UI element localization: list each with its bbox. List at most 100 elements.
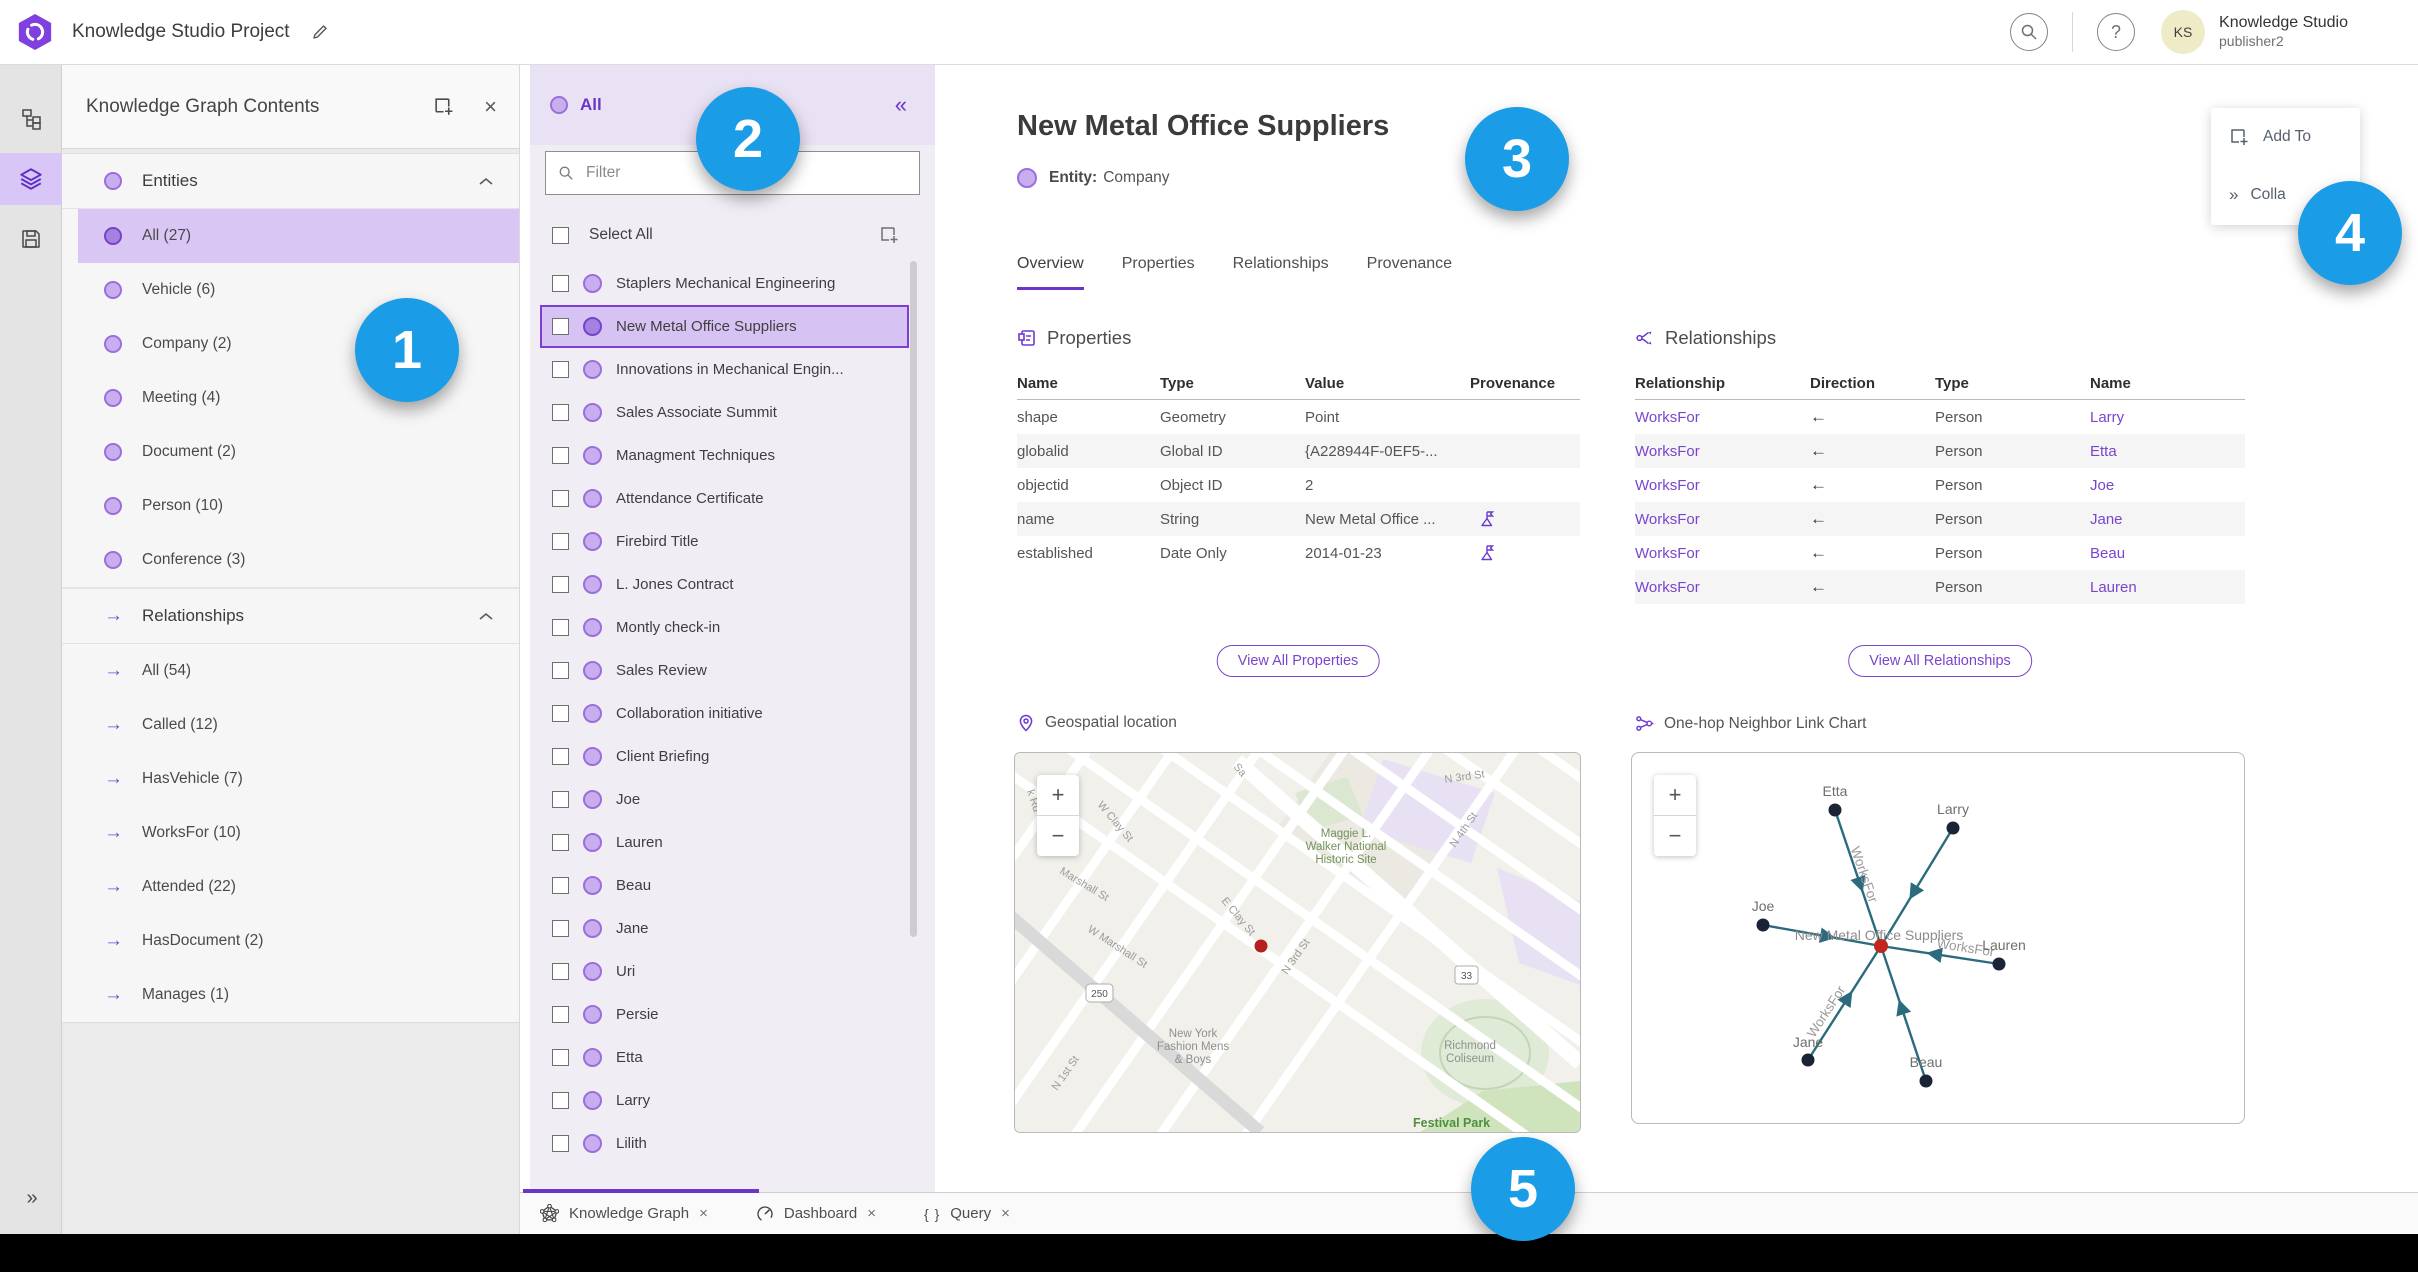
list-item[interactable]: Client Briefing bbox=[530, 735, 935, 778]
list-item[interactable]: Sales Associate Summit bbox=[530, 391, 935, 434]
chevron-up-icon[interactable] bbox=[479, 177, 493, 186]
close-tab-icon[interactable]: × bbox=[867, 1205, 876, 1222]
item-checkbox[interactable] bbox=[552, 920, 569, 937]
add-selection-button[interactable] bbox=[879, 225, 899, 245]
relationship-link[interactable]: WorksFor bbox=[1635, 570, 1810, 604]
relationship-link[interactable]: WorksFor bbox=[1635, 400, 1810, 435]
relationship-filter-worksfor[interactable]: → WorksFor (10) bbox=[62, 806, 519, 860]
item-checkbox[interactable] bbox=[552, 705, 569, 722]
close-tab-icon[interactable]: × bbox=[699, 1205, 708, 1222]
node-jane[interactable] bbox=[1801, 1053, 1815, 1067]
item-checkbox[interactable] bbox=[552, 791, 569, 808]
list-item[interactable]: Lauren bbox=[530, 821, 935, 864]
item-checkbox[interactable] bbox=[552, 361, 569, 378]
node-etta[interactable] bbox=[1828, 803, 1842, 817]
list-item[interactable]: Sales Review bbox=[530, 649, 935, 692]
list-item[interactable]: Montly check-in bbox=[530, 606, 935, 649]
view-all-properties-button[interactable]: View All Properties bbox=[1216, 645, 1380, 677]
item-checkbox[interactable] bbox=[552, 447, 569, 464]
entity-filter-conference[interactable]: Conference (3) bbox=[62, 533, 519, 587]
rel-name-link[interactable]: Etta bbox=[2090, 434, 2245, 468]
scrollbar-thumb[interactable] bbox=[910, 261, 917, 937]
entity-filter-all[interactable]: All (27) bbox=[78, 209, 519, 263]
item-checkbox[interactable] bbox=[552, 1092, 569, 1109]
rail-layers-button[interactable] bbox=[0, 153, 62, 205]
search-button[interactable] bbox=[2010, 13, 2049, 51]
node-beau[interactable] bbox=[1919, 1074, 1933, 1088]
rel-name-link[interactable]: Jane bbox=[2090, 502, 2245, 536]
tab-properties[interactable]: Properties bbox=[1122, 255, 1195, 290]
relationship-link[interactable]: WorksFor bbox=[1635, 536, 1810, 570]
node-center[interactable] bbox=[1874, 939, 1888, 953]
entity-filter-person[interactable]: Person (10) bbox=[62, 479, 519, 533]
list-item[interactable]: Larry bbox=[530, 1079, 935, 1122]
rail-expand-button[interactable]: » bbox=[0, 1187, 62, 1210]
link-chart[interactable]: WorksFor WorksFor WorksFor New Metal Off… bbox=[1631, 752, 2245, 1124]
list-item[interactable]: Collaboration initiative bbox=[530, 692, 935, 735]
bottom-tab-dashboard[interactable]: Dashboard × bbox=[756, 1205, 876, 1223]
item-checkbox[interactable] bbox=[552, 275, 569, 292]
user-block[interactable]: Knowledge Studio publisher2 bbox=[2219, 13, 2348, 51]
list-item[interactable]: Jane bbox=[530, 907, 935, 950]
avatar[interactable]: KS bbox=[2161, 10, 2206, 54]
rel-name-link[interactable]: Larry bbox=[2090, 400, 2245, 435]
item-checkbox[interactable] bbox=[552, 318, 569, 335]
list-item[interactable]: Lilith bbox=[530, 1122, 935, 1165]
list-item[interactable]: Firebird Title bbox=[530, 520, 935, 563]
close-tab-icon[interactable]: × bbox=[1001, 1205, 1010, 1222]
zoom-out-button[interactable]: − bbox=[1654, 816, 1696, 856]
edit-title-icon[interactable] bbox=[310, 22, 330, 42]
item-checkbox[interactable] bbox=[552, 619, 569, 636]
entity-filter-vehicle[interactable]: Vehicle (6) bbox=[62, 263, 519, 317]
list-item[interactable]: Persie bbox=[530, 993, 935, 1036]
bottom-tab-query[interactable]: { } Query × bbox=[924, 1205, 1010, 1222]
collapse-panel-button[interactable]: « bbox=[889, 91, 913, 119]
item-checkbox[interactable] bbox=[552, 834, 569, 851]
list-item[interactable]: L. Jones Contract bbox=[530, 563, 935, 606]
rel-name-link[interactable]: Lauren bbox=[2090, 570, 2245, 604]
item-checkbox[interactable] bbox=[552, 1135, 569, 1152]
list-item-selected[interactable]: New Metal Office Suppliers bbox=[540, 305, 909, 348]
item-checkbox[interactable] bbox=[552, 877, 569, 894]
entity-filter-document[interactable]: Document (2) bbox=[62, 425, 519, 479]
zoom-in-button[interactable]: + bbox=[1037, 775, 1079, 815]
list-item[interactable]: Beau bbox=[530, 864, 935, 907]
bottom-tab-knowledge-graph[interactable]: Knowledge Graph × bbox=[540, 1204, 708, 1223]
list-item[interactable]: Etta bbox=[530, 1036, 935, 1079]
item-checkbox[interactable] bbox=[552, 1049, 569, 1066]
relationship-filter-called[interactable]: → Called (12) bbox=[62, 698, 519, 752]
list-item[interactable]: Managment Techniques bbox=[530, 434, 935, 477]
add-to-new-button[interactable] bbox=[433, 96, 454, 117]
zoom-in-button[interactable]: + bbox=[1654, 775, 1696, 815]
relationship-filter-hasdocument[interactable]: → HasDocument (2) bbox=[62, 914, 519, 968]
relationship-filter-all[interactable]: → All (54) bbox=[62, 644, 519, 698]
provenance-flag-icon[interactable] bbox=[1478, 544, 1496, 562]
relationships-section-header[interactable]: → Relationships bbox=[62, 589, 519, 644]
item-checkbox[interactable] bbox=[552, 662, 569, 679]
node-larry[interactable] bbox=[1946, 821, 1960, 835]
tab-provenance[interactable]: Provenance bbox=[1367, 255, 1452, 290]
list-item[interactable]: Attendance Certificate bbox=[530, 477, 935, 520]
relationship-link[interactable]: WorksFor bbox=[1635, 502, 1810, 536]
list-item[interactable]: Staplers Mechanical Engineering bbox=[530, 262, 935, 305]
item-checkbox[interactable] bbox=[552, 576, 569, 593]
list-item[interactable]: Joe bbox=[530, 778, 935, 821]
geospatial-map[interactable]: k Rd W Clay St Sa E Clay St Marshall St … bbox=[1014, 752, 1581, 1133]
item-checkbox[interactable] bbox=[552, 533, 569, 550]
entities-section-header[interactable]: Entities bbox=[62, 154, 519, 209]
item-checkbox[interactable] bbox=[552, 963, 569, 980]
node-lauren[interactable] bbox=[1992, 957, 2006, 971]
item-checkbox[interactable] bbox=[552, 490, 569, 507]
tab-relationships[interactable]: Relationships bbox=[1233, 255, 1329, 290]
rel-name-link[interactable]: Joe bbox=[2090, 468, 2245, 502]
item-checkbox[interactable] bbox=[552, 748, 569, 765]
entity-filter-meeting[interactable]: Meeting (4) bbox=[62, 371, 519, 425]
chevron-up-icon[interactable] bbox=[479, 612, 493, 621]
item-checkbox[interactable] bbox=[552, 1006, 569, 1023]
relationship-filter-manages[interactable]: → Manages (1) bbox=[62, 968, 519, 1022]
view-all-relationships-button[interactable]: View All Relationships bbox=[1848, 645, 2032, 677]
rail-hierarchy-button[interactable] bbox=[0, 93, 62, 145]
relationship-link[interactable]: WorksFor bbox=[1635, 434, 1810, 468]
select-all-checkbox[interactable] bbox=[552, 226, 569, 244]
relationship-link[interactable]: WorksFor bbox=[1635, 468, 1810, 502]
